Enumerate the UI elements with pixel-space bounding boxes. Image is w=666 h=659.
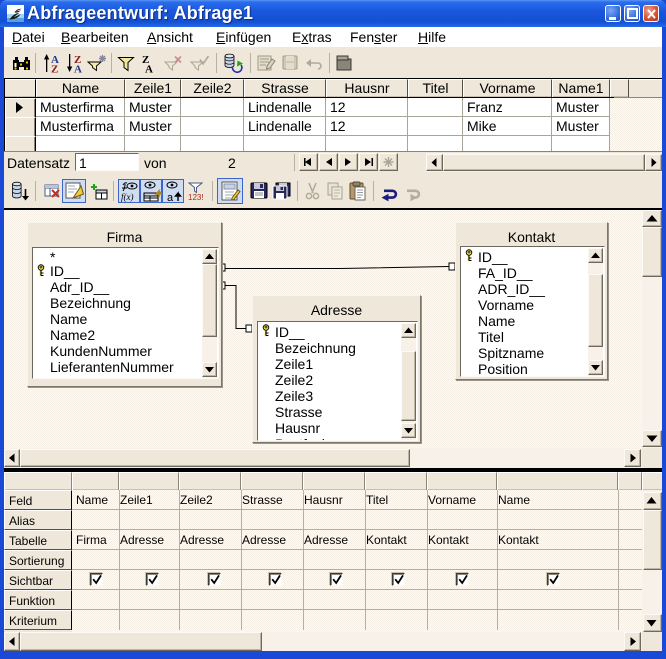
svg-text:a: a: [167, 192, 174, 203]
svg-text:123!: 123!: [188, 193, 204, 202]
svg-text:f(x): f(x): [121, 192, 134, 202]
svg-text:A: A: [74, 64, 82, 74]
svg-text:Z: Z: [51, 64, 58, 74]
svg-text:A: A: [145, 64, 153, 74]
